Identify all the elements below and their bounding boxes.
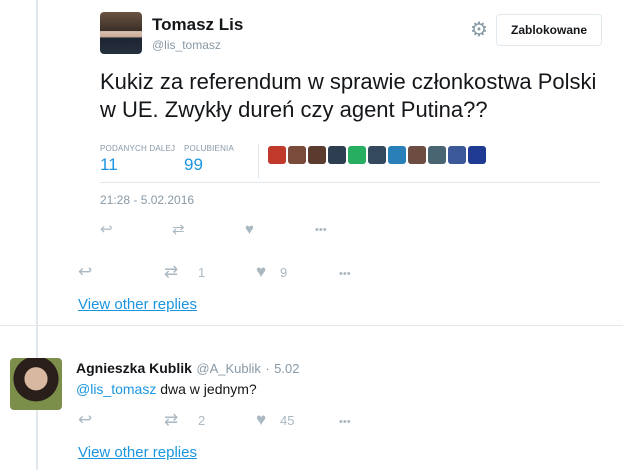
reply-body: dwa w jednym? xyxy=(156,381,257,397)
divider xyxy=(0,325,623,326)
avatar[interactable] xyxy=(100,12,142,54)
reply-author-name[interactable]: Agnieszka Kublik xyxy=(76,360,192,376)
more-icon[interactable]: ••• xyxy=(339,414,351,430)
view-other-replies-link[interactable]: View other replies xyxy=(78,296,197,313)
liker-avatar[interactable] xyxy=(408,146,426,164)
liker-avatar[interactable] xyxy=(268,146,286,164)
retweets-count[interactable]: 11 xyxy=(100,155,118,175)
stats-divider xyxy=(258,144,259,178)
liker-avatar[interactable] xyxy=(288,146,306,164)
like-count: 45 xyxy=(280,413,295,428)
likes-count[interactable]: 99 xyxy=(184,155,203,175)
reply-icon[interactable]: ↩ xyxy=(100,222,113,238)
liker-avatar[interactable] xyxy=(448,146,466,164)
liker-avatar[interactable] xyxy=(348,146,366,164)
retweet-icon[interactable]: ⇄ xyxy=(164,263,178,280)
reply-author-handle[interactable]: @A_Kublik xyxy=(196,361,261,376)
liker-avatar[interactable] xyxy=(468,146,486,164)
retweet-icon[interactable]: ⇄ xyxy=(172,222,185,238)
blocked-button[interactable]: Zablokowane xyxy=(496,14,602,46)
like-icon[interactable]: ♥ xyxy=(256,263,266,280)
author-handle[interactable]: @lis_tomasz xyxy=(152,38,221,52)
like-icon[interactable]: ♥ xyxy=(256,411,266,428)
retweet-icon[interactable]: ⇄ xyxy=(164,411,178,428)
author-name[interactable]: Tomasz Lis xyxy=(152,15,243,35)
like-icon[interactable]: ♥ xyxy=(245,222,254,238)
like-count: 9 xyxy=(280,265,288,280)
liker-avatar[interactable] xyxy=(388,146,406,164)
reply-text: @lis_tomasz dwa w jednym? xyxy=(76,381,257,397)
liker-avatar[interactable] xyxy=(308,146,326,164)
divider xyxy=(100,182,600,183)
reply-icon[interactable]: ↩ xyxy=(78,411,92,428)
reply-icon[interactable]: ↩ xyxy=(78,263,92,280)
tweet-text: Kukiz za referendum w sprawie członkostw… xyxy=(100,69,597,122)
separator: · xyxy=(265,361,270,376)
likers-avatars xyxy=(268,146,486,164)
more-icon[interactable]: ••• xyxy=(339,266,351,282)
retweet-count: 2 xyxy=(198,413,206,428)
retweet-count: 1 xyxy=(198,265,206,280)
liker-avatar[interactable] xyxy=(328,146,346,164)
retweets-label: PODANYCH DALEJ xyxy=(100,144,176,153)
tweet-timestamp[interactable]: 21:28 - 5.02.2016 xyxy=(100,193,194,207)
mention-link[interactable]: @lis_tomasz xyxy=(76,381,156,397)
liker-avatar[interactable] xyxy=(428,146,446,164)
reply-date[interactable]: 5.02 xyxy=(274,361,299,376)
gear-icon[interactable]: ⚙ xyxy=(470,20,488,40)
reply-header: Agnieszka Kublik @A_Kublik · 5.02 xyxy=(76,360,299,378)
liker-avatar[interactable] xyxy=(368,146,386,164)
likes-label: POLUBIENIA xyxy=(184,144,235,153)
avatar[interactable] xyxy=(10,358,62,410)
view-other-replies-link[interactable]: View other replies xyxy=(78,444,197,461)
more-icon[interactable]: ••• xyxy=(315,222,327,238)
